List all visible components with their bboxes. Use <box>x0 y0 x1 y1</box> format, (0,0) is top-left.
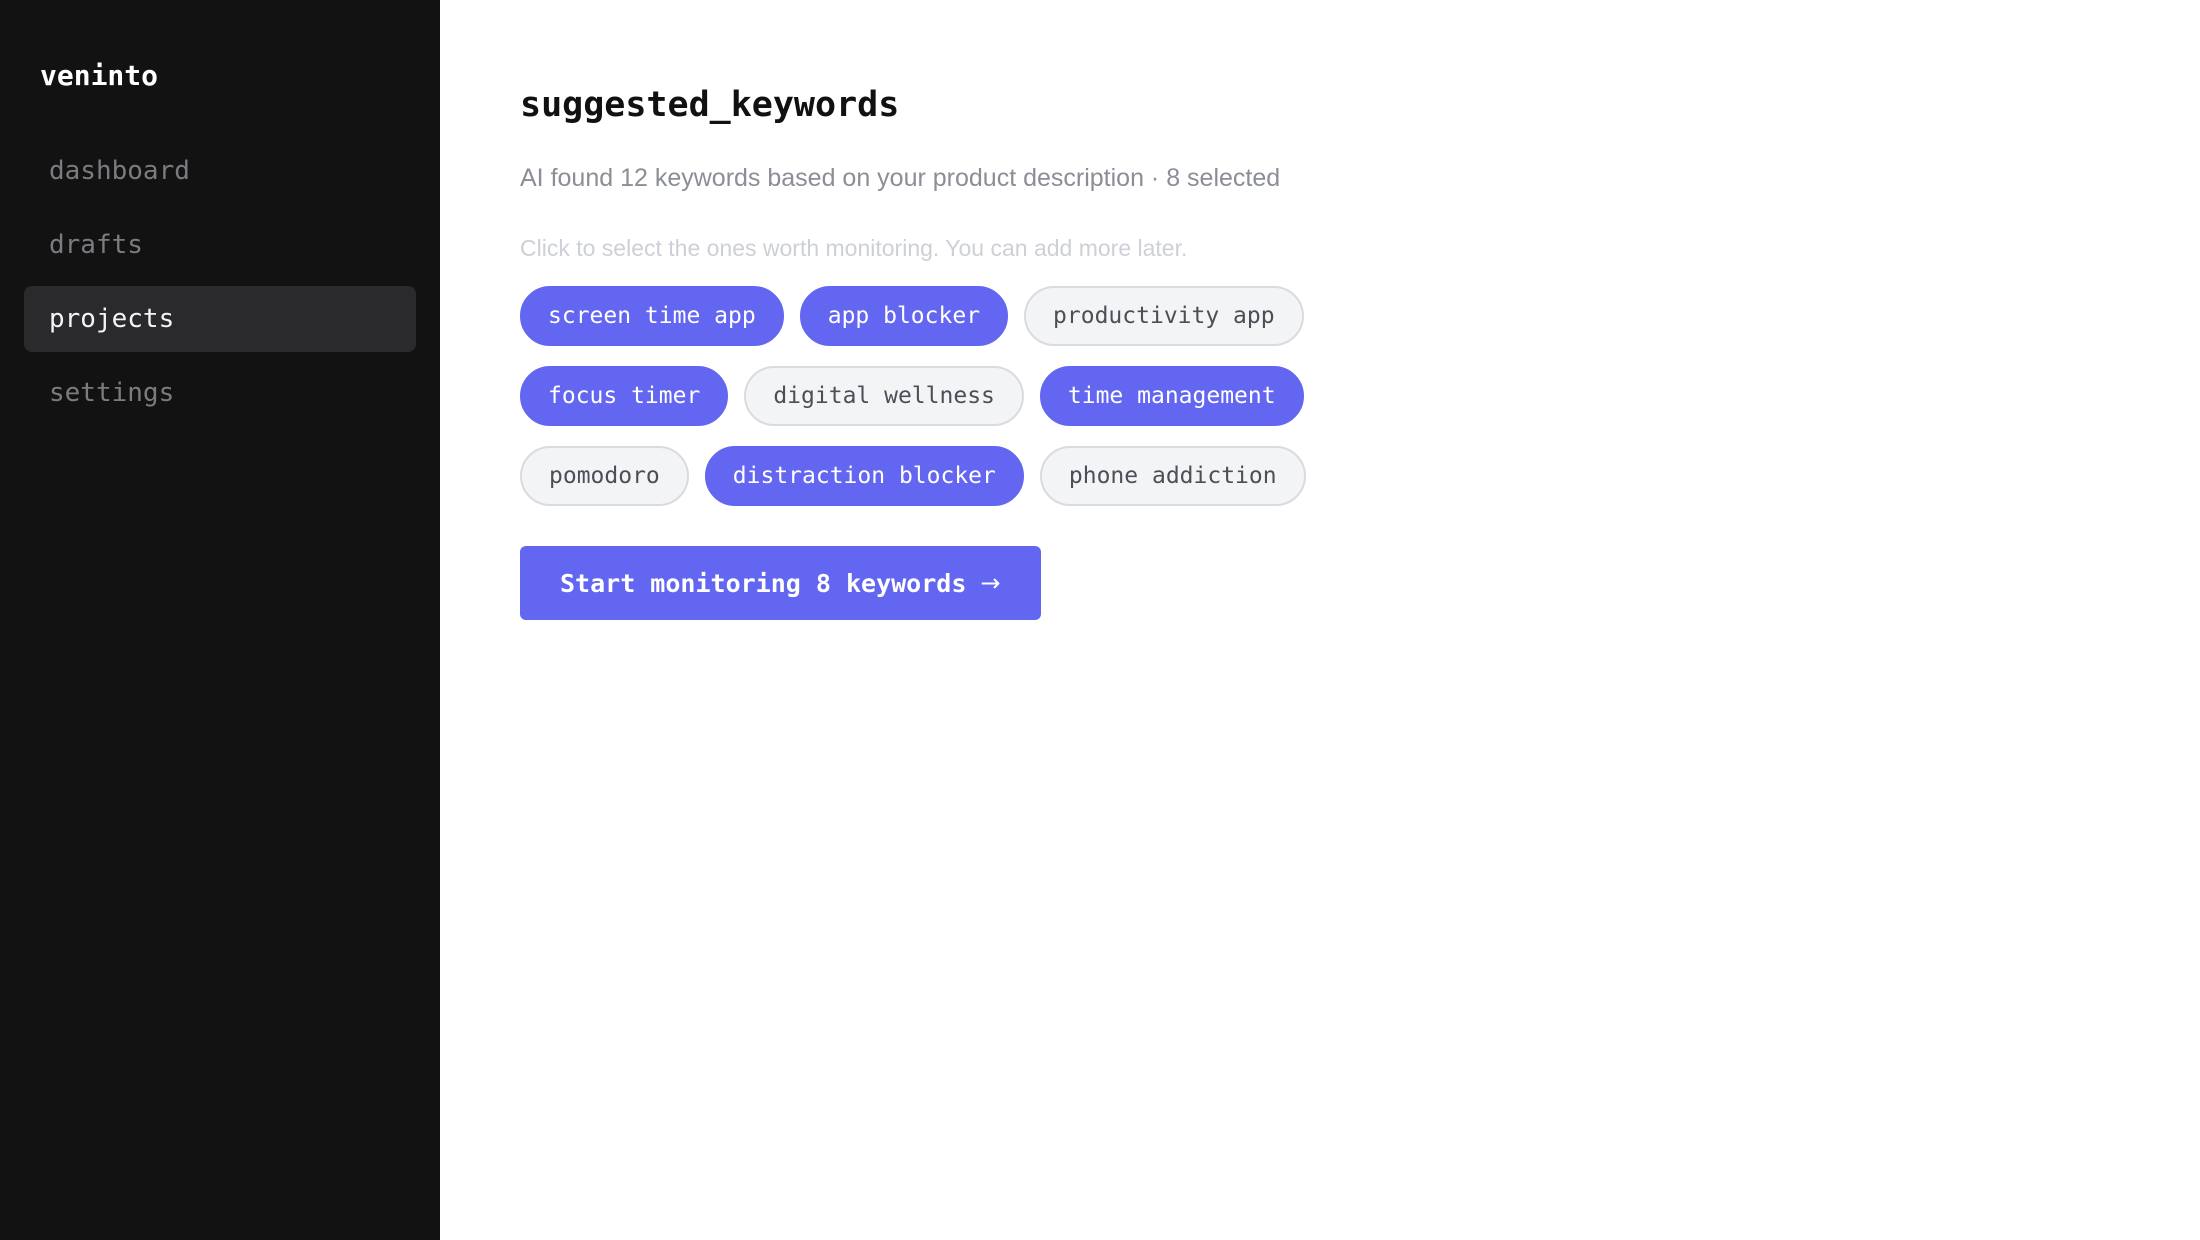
arrow-right-icon: → <box>980 569 1001 597</box>
start-monitoring-button[interactable]: Start monitoring 8 keywords → <box>520 546 1041 620</box>
keyword-chip-digital-wellness[interactable]: digital wellness <box>744 366 1024 426</box>
sidebar-item-drafts[interactable]: drafts <box>24 212 416 278</box>
keyword-chip-productivity-app[interactable]: productivity app <box>1024 286 1304 346</box>
sidebar: veninto dashboard drafts projects settin… <box>0 0 440 1240</box>
sidebar-item-settings[interactable]: settings <box>24 360 416 426</box>
sidebar-item-dashboard[interactable]: dashboard <box>24 138 416 204</box>
keyword-chip-pomodoro[interactable]: pomodoro <box>520 446 689 506</box>
keyword-chip-app-blocker[interactable]: app blocker <box>799 286 1009 346</box>
keyword-chip-focus-timer[interactable]: focus timer <box>520 366 729 426</box>
keyword-chip-distraction-blocker[interactable]: distraction blocker <box>704 446 1024 506</box>
keywords-summary: AI found 12 keywords based on your produ… <box>520 164 1281 192</box>
page-title: suggested_keywords <box>520 85 900 125</box>
app-root: veninto dashboard drafts projects settin… <box>0 0 2200 1240</box>
sidebar-nav: dashboard drafts projects settings <box>24 138 416 426</box>
brand-logo[interactable]: veninto <box>40 56 416 96</box>
keyword-chip-list: screen time app app blocker productivity… <box>520 286 1360 506</box>
keyword-chip-screen-time-app[interactable]: screen time app <box>520 286 784 346</box>
start-monitoring-label: Start monitoring 8 keywords <box>560 568 967 598</box>
keyword-chip-phone-addiction[interactable]: phone addiction <box>1039 446 1306 506</box>
main-content: suggested_keywords AI found 12 keywords … <box>440 0 2200 1240</box>
selection-hint: Click to select the ones worth monitorin… <box>520 235 1188 261</box>
keyword-chip-time-management[interactable]: time management <box>1039 366 1304 426</box>
sidebar-item-projects[interactable]: projects <box>24 286 416 352</box>
